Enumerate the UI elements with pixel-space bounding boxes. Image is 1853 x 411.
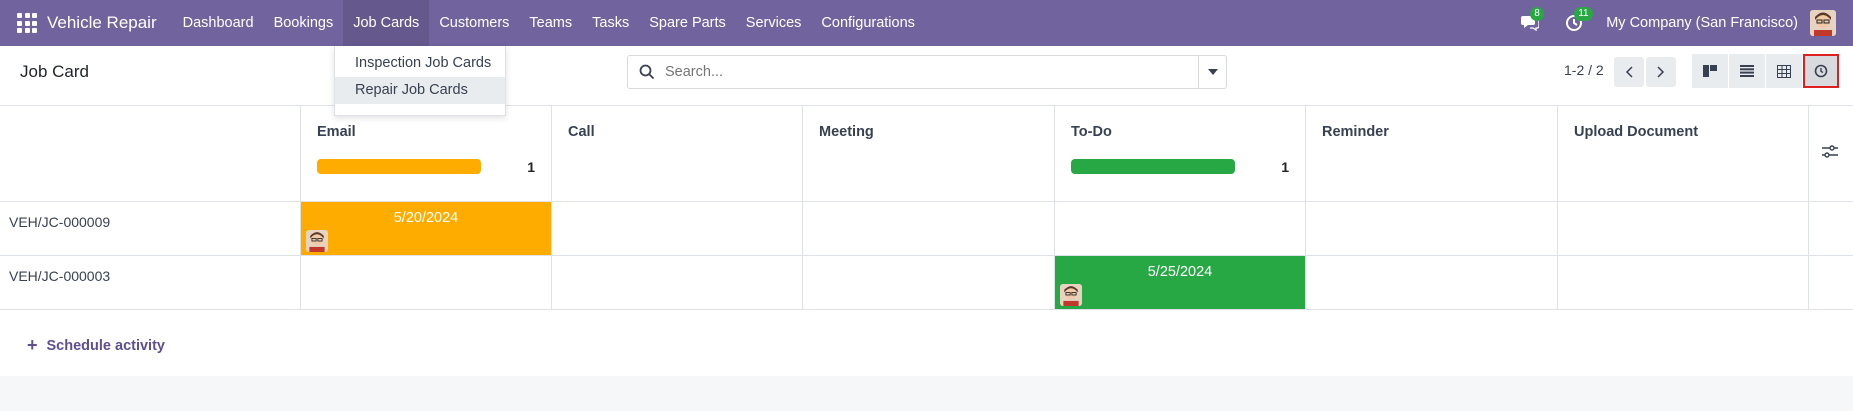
record-name[interactable]: VEH/JC-000009 [9,214,110,230]
view-list-button[interactable] [1729,54,1765,88]
app-name[interactable]: Vehicle Repair [47,13,157,33]
column-header-email[interactable]: Email 1 [301,106,552,201]
apps-menu-icon[interactable] [17,13,37,33]
column-title: Call [568,124,595,140]
activity-date: 5/20/2024 [393,210,459,226]
menu-configurations[interactable]: Configurations [811,0,925,46]
activity-cell-reminder[interactable] [1306,256,1558,309]
plus-icon: + [27,335,38,355]
activity-cell-meeting[interactable] [803,256,1055,309]
user-avatar[interactable] [1810,10,1836,36]
activity-cell-call[interactable] [552,202,803,255]
pager-next-button[interactable] [1646,57,1676,87]
job-cards-dropdown: Inspection Job Cards Repair Job Cards [334,46,506,116]
top-navbar: Vehicle Repair Dashboard Bookings Job Ca… [0,0,1853,46]
schedule-activity-button[interactable]: + Schedule activity [27,335,165,356]
activity-cell-upload-document[interactable] [1558,202,1809,255]
dropdown-item-inspection-job-cards[interactable]: Inspection Job Cards [335,50,505,77]
table-row: VEH/JC-000009 5/20/2024 [0,202,1853,256]
pager-previous-button[interactable] [1614,57,1644,87]
list-icon [1740,65,1754,77]
column-title: Upload Document [1574,124,1699,140]
menu-customers[interactable]: Customers [429,0,519,46]
column-title: Email [317,124,356,140]
column-header-upload-document[interactable]: Upload Document [1558,106,1809,201]
column-header-todo[interactable]: To-Do 1 [1055,106,1306,201]
search-bar[interactable] [627,55,1227,89]
column-progress-bar[interactable] [1071,159,1235,174]
search-icon [639,64,655,80]
record-name-cell[interactable]: VEH/JC-000009 [0,202,301,255]
header-corner-cell [0,106,301,201]
column-header-reminder[interactable]: Reminder [1306,106,1558,201]
search-input[interactable] [665,64,1185,80]
record-name[interactable]: VEH/JC-000003 [9,268,110,284]
column-title: Reminder [1322,124,1389,140]
chevron-left-icon [1625,66,1633,78]
activity-block[interactable]: 5/20/2024 [301,202,551,255]
view-activity-button[interactable] [1803,54,1839,88]
activity-block[interactable]: 5/25/2024 [1055,256,1305,309]
table-icon [1777,64,1791,78]
page-title: Job Card [20,62,89,81]
menu-tasks[interactable]: Tasks [582,0,639,46]
column-title: To-Do [1071,124,1112,140]
record-name-cell[interactable]: VEH/JC-000003 [0,256,301,309]
view-kanban-button[interactable] [1692,54,1728,88]
column-count: 1 [527,159,535,175]
dropdown-item-repair-job-cards[interactable]: Repair Job Cards [335,77,505,104]
activity-cell-reminder[interactable] [1306,202,1558,255]
activity-cell-call[interactable] [552,256,803,309]
activity-cell-email[interactable] [301,256,552,309]
menu-teams[interactable]: Teams [519,0,582,46]
chevron-right-icon [1657,66,1665,78]
view-pivot-button[interactable] [1766,54,1802,88]
menu-bookings[interactable]: Bookings [264,0,344,46]
activity-cell-upload-document[interactable] [1558,256,1809,309]
sliders-icon[interactable] [1822,145,1838,159]
column-title: Meeting [819,124,874,140]
column-progress-bar[interactable] [317,159,481,174]
column-header-meeting[interactable]: Meeting [803,106,1055,201]
grid-header-row: Email 1 Call Meeting To-Do 1 Reminder Up… [0,106,1853,202]
page-bottom-area [0,376,1853,411]
activity-cell-email[interactable]: 5/20/2024 [301,202,552,255]
search-options-toggle[interactable] [1198,56,1226,88]
company-switcher[interactable]: My Company (San Francisco) [1606,15,1798,31]
menu-dashboard[interactable]: Dashboard [173,0,264,46]
activity-date: 5/25/2024 [1147,264,1213,280]
kanban-icon [1703,65,1717,77]
clock-icon [1814,64,1828,78]
pager-value[interactable]: 1-2 / 2 [1564,62,1604,78]
activities-count-badge: 11 [1574,7,1593,21]
assignee-avatar [306,230,328,252]
caret-down-icon [1207,69,1218,75]
messages-button[interactable]: 8 [1518,7,1544,35]
grid-footer: + Schedule activity [0,310,1853,376]
column-count: 1 [1281,159,1289,175]
activity-cell-todo[interactable]: 5/25/2024 [1055,256,1306,309]
control-panel: Job Card 1-2 / 2 [0,46,1853,106]
assignee-avatar [1060,284,1082,306]
menu-job-cards[interactable]: Job Cards [343,0,430,46]
messages-count-badge: 8 [1530,7,1544,21]
activity-cell-todo[interactable] [1055,202,1306,255]
menu-services[interactable]: Services [736,0,812,46]
activities-button[interactable]: 11 [1562,7,1593,35]
activity-cell-meeting[interactable] [803,202,1055,255]
menu-spare-parts[interactable]: Spare Parts [639,0,736,46]
schedule-activity-label: Schedule activity [46,337,165,354]
column-header-call[interactable]: Call [552,106,803,201]
table-row: VEH/JC-000003 5/25/2024 [0,256,1853,310]
